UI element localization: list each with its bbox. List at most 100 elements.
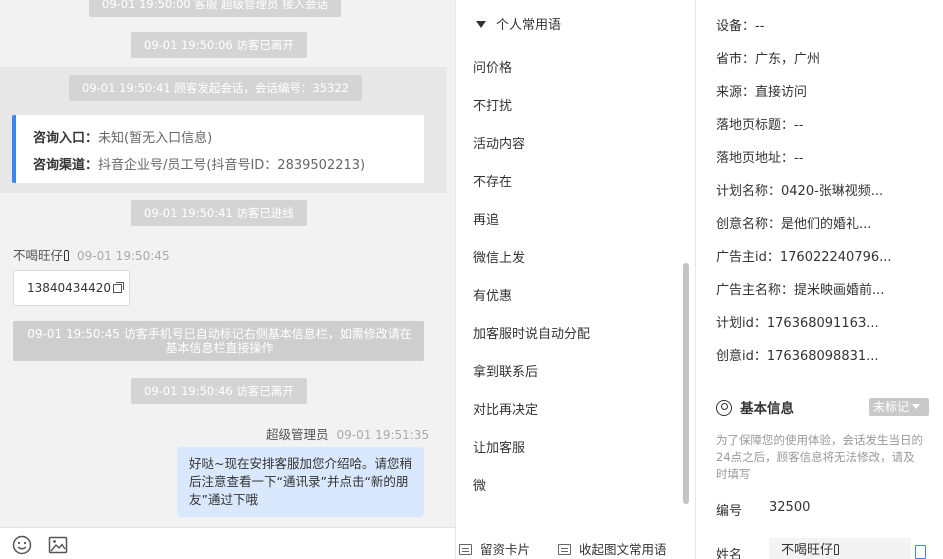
name-label: 姓名 [716,548,743,559]
quick-reply-scrollbar[interactable] [683,263,689,504]
collapse-triangle-icon [476,21,486,28]
basic-info-label: 基本信息 [740,401,794,417]
session-info-card: 咨询入口：未知(暂无入口信息) 咨询渠道：抖音企业号/员工号(抖音号ID：283… [12,115,424,183]
card-icon [459,544,472,555]
bottle-icon [64,250,70,261]
phone-message[interactable]: 13840434420 [13,270,130,306]
channel-value: 抖音企业号/员工号(抖音号ID：2839502213) [98,158,366,173]
visitor-info-panel: 设备：-- 省市：广东，广州 来源：直接访问 落地页标题：-- 落地页地址：--… [695,0,943,559]
field-label: 来源： [716,85,756,100]
channel-label: 咨询渠道： [33,158,99,173]
id-value: 32500 [769,500,811,515]
quick-reply-item[interactable]: 拿到联系后 [473,361,538,380]
field-value: 是他们的婚礼... [781,217,872,232]
quick-reply-item[interactable]: 让加客服 [473,437,525,456]
quick-reply-item[interactable]: 微 [473,475,486,494]
quick-reply-item[interactable]: 不打扰 [473,95,512,114]
field-value: 176368098831... [766,349,879,364]
quick-reply-panel: 个人常用语 问价格 不打扰 活动内容 不存在 再追 微信上发 有优惠 加客服时说… [455,0,695,559]
personal-phrases-title: 个人常用语 [496,18,562,33]
system-message-visitor-left: 09-01 19:50:06 访客已离开 [131,32,307,58]
info-row-creative-name: 创意名称：是他们的婚礼... [716,213,871,232]
chevron-down-icon [912,404,921,409]
field-value: 提米映画婚前... [794,283,885,298]
field-label: 创意名称： [716,217,782,232]
system-message-visitor-enter: 09-01 19:50:41 访客已进线 [131,200,307,226]
system-message-agent-join: 09-01 19:50:00 客服 超级管理员 接入会话 [89,0,342,17]
quick-reply-item[interactable]: 问价格 [473,57,512,76]
id-label: 编号 [716,504,743,519]
info-row-device: 设备：-- [716,15,764,34]
visitor-message-time: 09-01 19:50:45 [77,249,170,263]
bottle-icon [834,544,840,555]
quick-reply-footer: 留资卡片 收起图文常用语 [456,527,696,559]
field-label: 落地页地址： [716,151,795,166]
chat-panel: 09-01 19:50:00 客服 超级管理员 接入会话 09-01 19:50… [0,0,447,527]
personal-phrases-header[interactable]: 个人常用语 [476,14,561,33]
agent-sender-line: 超级管理员 09-01 19:51:35 [266,424,429,443]
info-row-source: 来源：直接访问 [716,81,807,100]
agent-name: 超级管理员 [266,427,329,442]
tag-dropdown[interactable]: 未标记 [869,398,929,416]
info-row-region: 省市：广东，广州 [716,48,820,67]
copy-icon[interactable] [112,282,124,293]
phone-number: 13840434420 [27,281,111,295]
field-value: -- [794,151,804,166]
lead-card-label: 留资卡片 [480,542,531,557]
edit-icon[interactable] [915,545,926,559]
info-row-landing-title: 落地页标题：-- [716,114,803,133]
field-label: 落地页标题： [716,118,795,133]
tag-dropdown-label: 未标记 [873,400,910,414]
chat-scrollbar-track[interactable] [447,0,455,527]
field-value: 广东，广州 [755,52,821,67]
field-label: 计划id： [716,316,767,331]
info-row-advertiser-id: 广告主id：176022240796... [716,246,892,265]
entry-row: 咨询入口：未知(暂无入口信息) [33,125,424,152]
lead-card-button[interactable]: 留资卡片 [459,539,530,558]
field-label: 广告主id： [716,250,780,265]
field-value: 176022240796... [779,250,892,265]
field-value: 0420-张琳视频... [781,184,884,199]
quick-reply-item[interactable]: 不存在 [473,171,512,190]
field-label: 创意id： [716,349,767,364]
visitor-sender-line: 不喝旺仔 09-01 19:50:45 [13,245,170,264]
image-icon[interactable] [48,535,68,555]
quick-reply-item[interactable]: 再追 [473,209,499,228]
field-label: 广告主名称： [716,283,795,298]
card-icon [558,544,571,555]
field-value: -- [794,118,804,133]
channel-row: 咨询渠道：抖音企业号/员工号(抖音号ID：2839502213) [33,152,424,179]
system-message-phone-tagged: 09-01 19:50:45 访客手机号已自动标记右侧基本信息栏，如需修改请在基… [13,321,424,361]
entry-value: 未知(暂无入口信息) [98,131,213,146]
field-value: 17636809116З... [766,316,879,331]
name-field-value: 不喝旺仔 [781,543,834,558]
agent-message-time: 09-01 19:51:35 [336,428,430,442]
edit-deadline-notice: 为了保障您的使用体验，会话发生当日的24点之后，顾客信息将无法修改，请及时填写 [716,433,923,481]
quick-reply-item[interactable]: 活动内容 [473,133,525,152]
system-message-session-start: 09-01 19:50:41 顾客发起会话，会话编号：35322 [69,75,362,101]
system-message-visitor-left-2: 09-01 19:50:46 访客已离开 [131,378,307,404]
basic-info-title: 基本信息 [716,397,794,417]
info-row-landing-url: 落地页地址：-- [716,147,803,166]
user-icon [716,400,732,416]
info-row-plan-id: 计划id：17636809116З... [716,312,879,331]
quick-reply-item[interactable]: 微信上发 [473,247,525,266]
quick-reply-item[interactable]: 加客服时说自动分配 [473,323,590,342]
agent-message-bubble: 好哒~现在安排客服加您介绍哈。请您稍后注意查看一下“通讯录”并点击“新的朋友”通… [177,447,424,517]
field-value: -- [755,19,765,34]
collapse-phrases-button[interactable]: 收起图文常用语 [558,539,667,558]
input-toolbar [0,527,455,559]
info-row-creative-id: 创意id：176368098831... [716,345,879,364]
emoji-icon[interactable] [12,535,32,555]
info-row-plan-name: 计划名称：0420-张琳视频... [716,180,883,199]
entry-label: 咨询入口： [33,131,99,146]
collapse-phrases-label: 收起图文常用语 [579,542,667,557]
name-field[interactable]: 不喝旺仔 [769,538,911,559]
app-root: 09-01 19:50:00 客服 超级管理员 接入会话 09-01 19:50… [0,0,943,559]
quick-reply-item[interactable]: 有优惠 [473,285,512,304]
quick-reply-item[interactable]: 对比再决定 [473,399,538,418]
field-value: 直接访问 [755,85,808,100]
field-label: 计划名称： [716,184,782,199]
visitor-name: 不喝旺仔 [13,248,64,263]
field-label: 省市： [716,52,756,67]
